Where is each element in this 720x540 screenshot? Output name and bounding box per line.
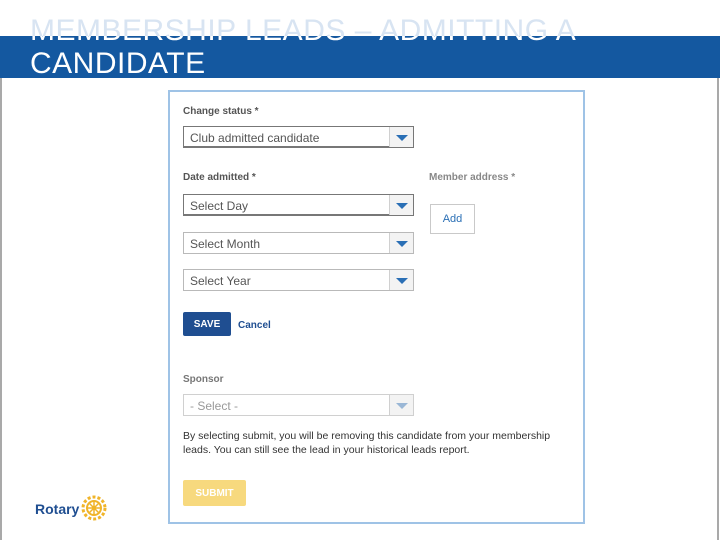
rotary-wheel-icon [81, 495, 107, 521]
slide-left-border [0, 78, 2, 540]
sponsor-select[interactable]: - Select - [183, 394, 414, 416]
slide-top-strip [0, 0, 720, 36]
submit-button[interactable]: SUBMIT [183, 480, 246, 506]
save-button[interactable]: SAVE [183, 312, 231, 336]
change-status-value: Club admitted candidate [190, 131, 320, 145]
chevron-down-icon [389, 195, 413, 215]
year-select[interactable]: Select Year [183, 269, 414, 291]
slide-right-border [717, 78, 719, 540]
sponsor-value: - Select - [190, 399, 239, 413]
member-address-label: Member address * [429, 172, 516, 183]
sponsor-label: Sponsor [183, 374, 224, 385]
slide-title: MEMBERSHIP LEADS – ADMITTING A CANDIDATE [30, 36, 574, 78]
month-select[interactable]: Select Month [183, 232, 414, 254]
change-status-select[interactable]: Club admitted candidate [183, 126, 414, 148]
chevron-down-icon [389, 395, 413, 415]
chevron-down-icon [389, 127, 413, 147]
cancel-link[interactable]: Cancel [238, 320, 271, 331]
admit-candidate-form: Change status * Club admitted candidate … [168, 90, 585, 524]
title-bar: MEMBERSHIP LEADS – ADMITTING A CANDIDATE [0, 36, 720, 78]
chevron-down-icon [389, 270, 413, 290]
change-status-label: Change status * [183, 106, 259, 117]
year-value: Select Year [190, 274, 251, 288]
date-admitted-label: Date admitted * [183, 172, 256, 183]
add-address-button[interactable]: Add [430, 204, 475, 234]
day-value: Select Day [190, 199, 249, 213]
day-select[interactable]: Select Day [183, 194, 414, 216]
month-value: Select Month [190, 237, 261, 251]
chevron-down-icon [389, 233, 413, 253]
removal-note: By selecting submit, you will be removin… [183, 430, 551, 456]
rotary-wordmark: Rotary [35, 501, 80, 517]
